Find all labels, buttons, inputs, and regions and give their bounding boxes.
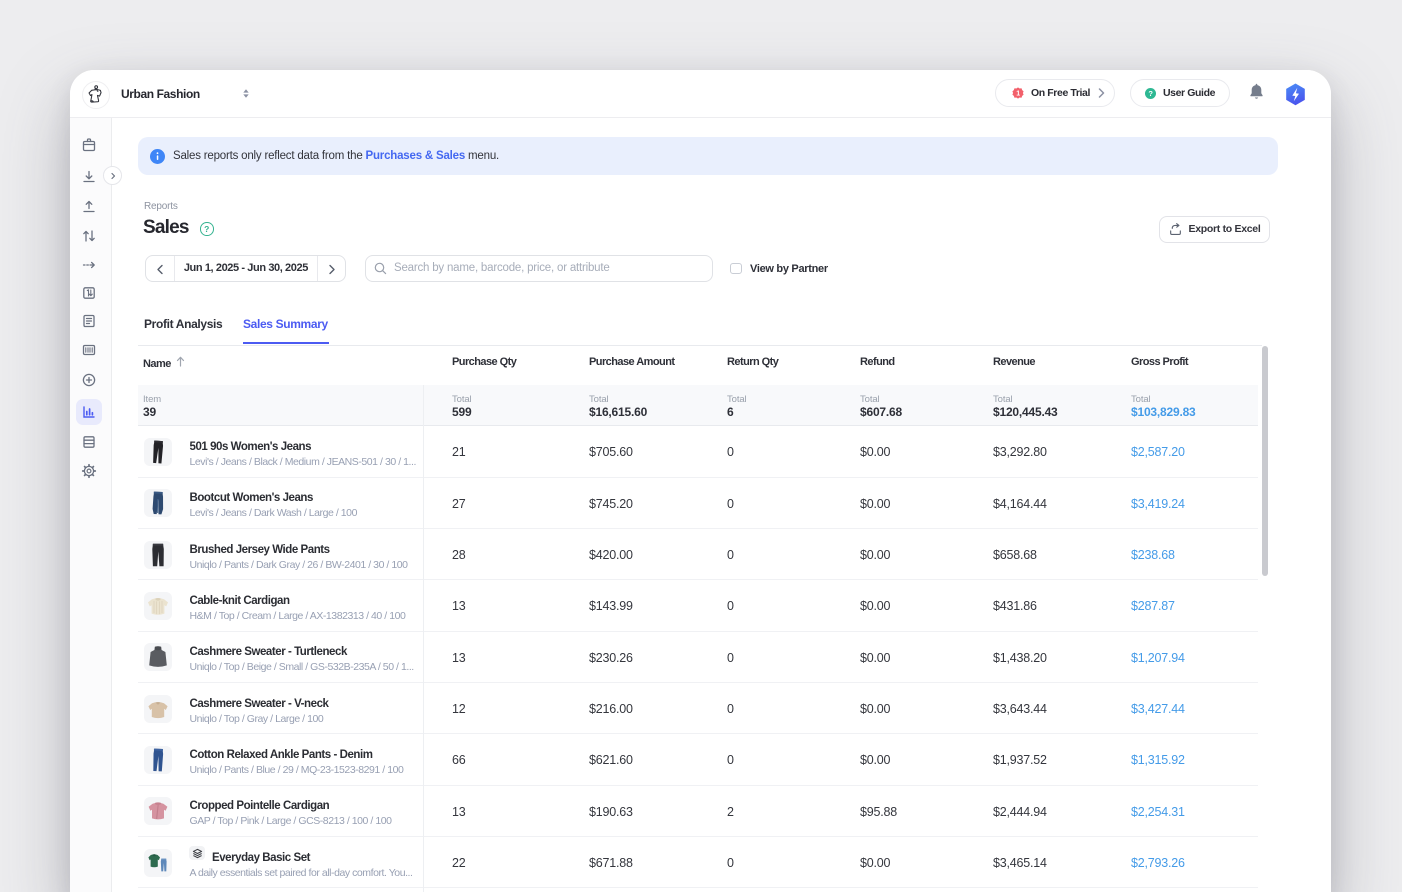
svg-text:1: 1	[1016, 90, 1020, 97]
